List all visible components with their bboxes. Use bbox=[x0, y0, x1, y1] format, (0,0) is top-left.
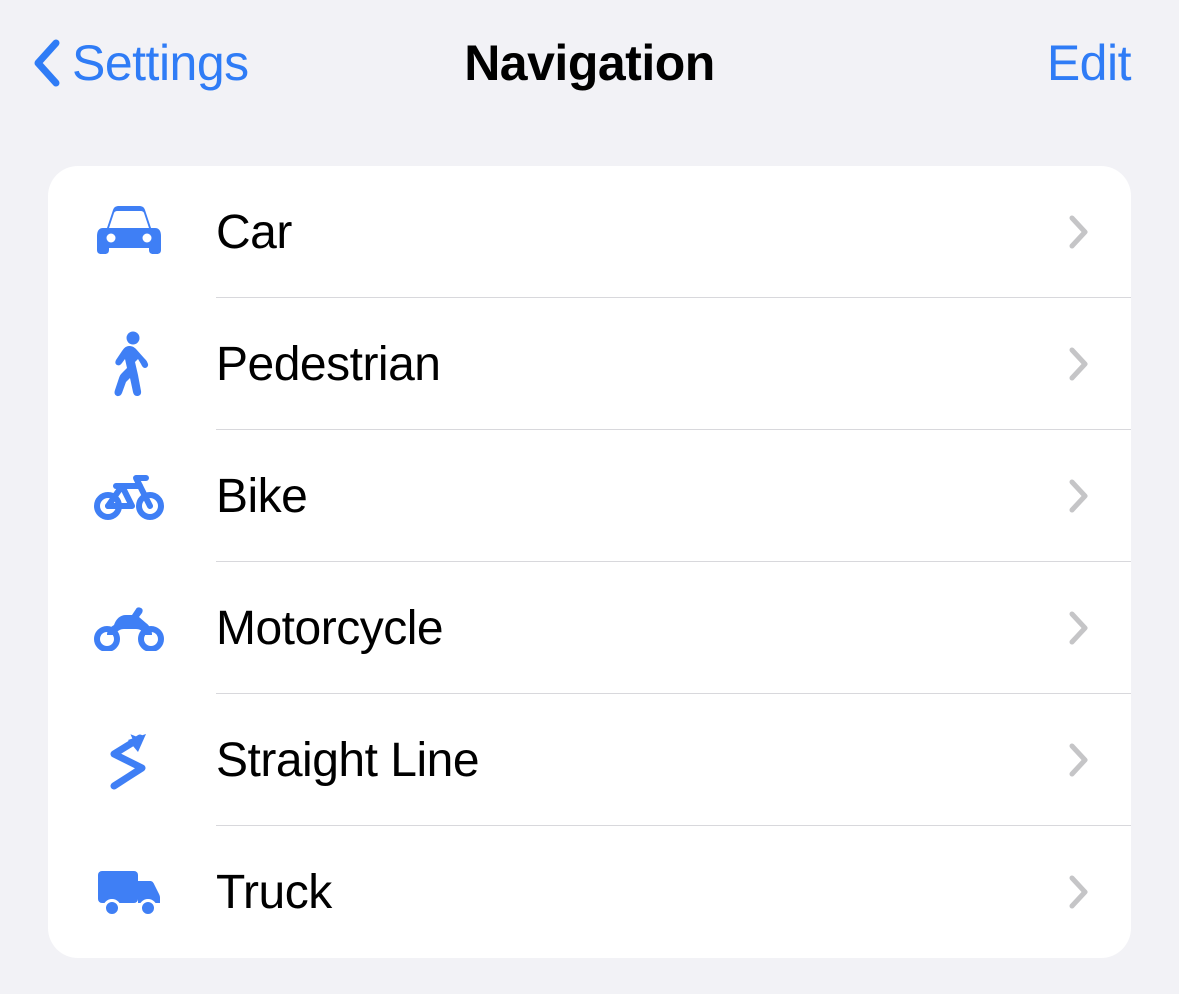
chevron-right-icon bbox=[1065, 740, 1093, 780]
edit-button[interactable]: Edit bbox=[1047, 34, 1131, 92]
car-icon bbox=[94, 197, 164, 267]
chevron-right-icon bbox=[1065, 344, 1093, 384]
truck-icon bbox=[94, 857, 164, 927]
chevron-right-icon bbox=[1065, 212, 1093, 252]
chevron-right-icon bbox=[1065, 476, 1093, 516]
back-label: Settings bbox=[72, 34, 249, 92]
straight-line-icon bbox=[94, 725, 164, 795]
motorcycle-icon bbox=[94, 593, 164, 663]
page-title: Navigation bbox=[464, 34, 715, 92]
chevron-right-icon bbox=[1065, 608, 1093, 648]
chevron-right-icon bbox=[1065, 872, 1093, 912]
list-item-label: Pedestrian bbox=[216, 337, 1065, 392]
list-item-label: Truck bbox=[216, 865, 1065, 920]
pedestrian-icon bbox=[94, 329, 164, 399]
navigation-list: Car Pedestrian bbox=[48, 166, 1131, 958]
chevron-left-icon bbox=[28, 37, 64, 89]
list-item-label: Bike bbox=[216, 469, 1065, 524]
list-item-straight-line[interactable]: Straight Line bbox=[48, 694, 1131, 826]
list-item-bike[interactable]: Bike bbox=[48, 430, 1131, 562]
list-item-motorcycle[interactable]: Motorcycle bbox=[48, 562, 1131, 694]
list-item-label: Motorcycle bbox=[216, 601, 1065, 656]
list-item-car[interactable]: Car bbox=[48, 166, 1131, 298]
header-bar: Settings Navigation Edit bbox=[0, 0, 1179, 126]
list-item-truck[interactable]: Truck bbox=[48, 826, 1131, 958]
list-item-label: Car bbox=[216, 205, 1065, 260]
back-button[interactable]: Settings bbox=[28, 34, 249, 92]
list-item-pedestrian[interactable]: Pedestrian bbox=[48, 298, 1131, 430]
bike-icon bbox=[94, 461, 164, 531]
list-item-label: Straight Line bbox=[216, 733, 1065, 788]
